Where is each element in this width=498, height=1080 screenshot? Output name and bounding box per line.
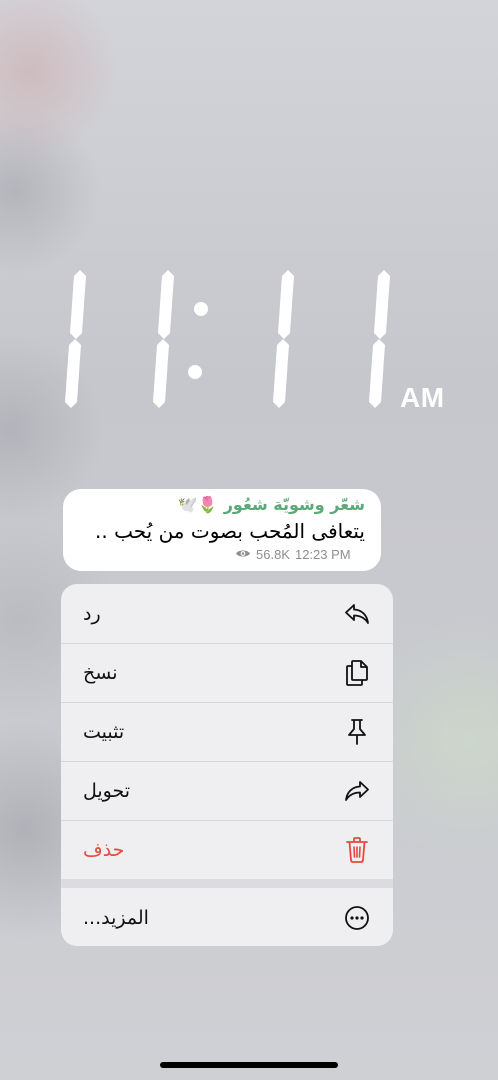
menu-item-label: تحويل bbox=[83, 779, 131, 802]
clock-digit-2-upper bbox=[158, 270, 174, 339]
message-views: 56.8K bbox=[256, 547, 290, 562]
clock-digits bbox=[65, 270, 390, 408]
menu-item-copy[interactable]: نسخ bbox=[61, 643, 393, 702]
message-bubble[interactable]: شعّر وشويّة شعُور 🌷🕊️ يتعافى المُحب بصوت… bbox=[63, 489, 381, 571]
eye-icon bbox=[235, 547, 251, 562]
clock-digit-1-upper bbox=[70, 270, 86, 339]
more-icon bbox=[343, 904, 371, 932]
trash-icon bbox=[343, 836, 371, 864]
clock-digit-4-lower bbox=[369, 339, 385, 408]
menu-item-more[interactable]: المزيد... bbox=[61, 888, 393, 946]
clock-ampm: AM bbox=[400, 382, 445, 413]
menu-group-divider bbox=[61, 879, 393, 888]
menu-item-forward[interactable]: تحويل bbox=[61, 761, 393, 820]
home-indicator[interactable] bbox=[160, 1062, 338, 1068]
message-sender-name[interactable]: شعّر وشويّة شعُور bbox=[224, 495, 365, 514]
clock-colon-top bbox=[194, 302, 208, 316]
clock-digit-3-upper bbox=[278, 270, 294, 339]
context-menu: رد نسخ تثبيت تحويل حذف المزيد... bbox=[61, 584, 393, 946]
lock-screen-clock: AM bbox=[56, 268, 456, 413]
clock-digit-1-lower bbox=[65, 339, 81, 408]
menu-item-pin[interactable]: تثبيت bbox=[61, 702, 393, 761]
menu-item-label: نسخ bbox=[83, 661, 118, 684]
reply-icon bbox=[343, 600, 371, 628]
pin-icon bbox=[343, 718, 371, 746]
clock-digit-2-lower bbox=[153, 339, 169, 408]
clock-digit-4-upper bbox=[374, 270, 390, 339]
forward-icon bbox=[343, 777, 371, 805]
message-text: يتعافى المُحب بصوت من يُحب .. bbox=[95, 519, 365, 543]
menu-item-label: تثبيت bbox=[83, 720, 125, 743]
menu-item-label: حذف bbox=[83, 838, 125, 861]
message-time: 12:23 PM bbox=[294, 547, 351, 562]
message-sender-row: شعّر وشويّة شعُور 🌷🕊️ bbox=[79, 492, 365, 517]
menu-item-label: رد bbox=[83, 602, 101, 625]
sender-emojis: 🌷🕊️ bbox=[177, 494, 218, 514]
clock-digit-3-lower bbox=[273, 339, 289, 408]
menu-item-label: المزيد... bbox=[83, 906, 149, 929]
menu-item-reply[interactable]: رد bbox=[61, 584, 393, 643]
menu-item-delete[interactable]: حذف bbox=[61, 820, 393, 879]
clock-colon-bottom bbox=[188, 365, 202, 379]
copy-icon bbox=[343, 659, 371, 687]
message-meta: 56.8K 12:23 PM bbox=[235, 547, 351, 562]
